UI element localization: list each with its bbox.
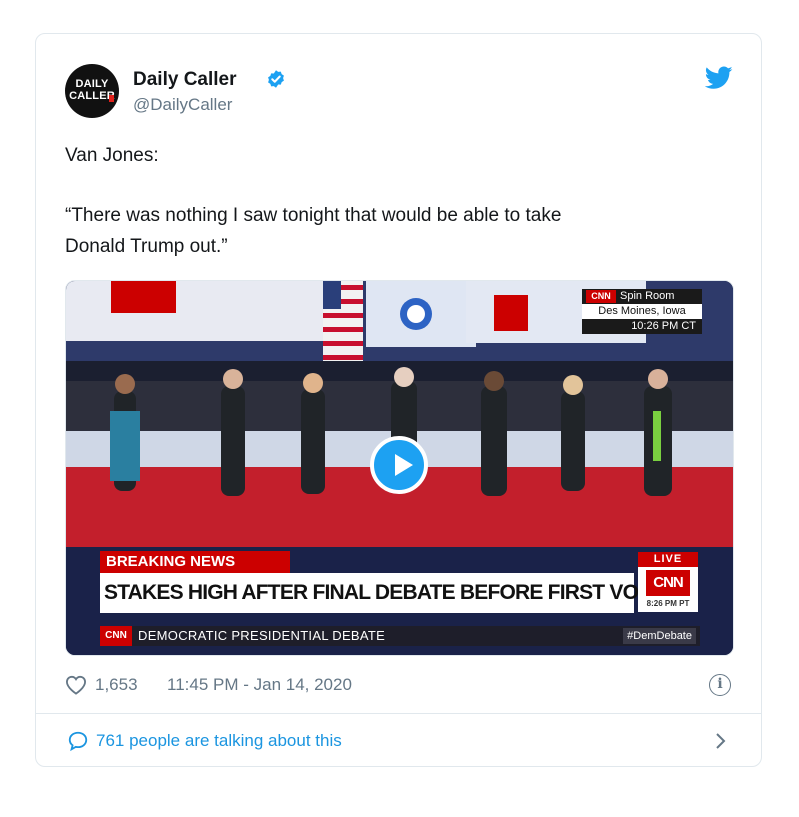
chevron-right-icon[interactable] xyxy=(714,730,728,752)
tweet-text-line-3: Donald Trump out.” xyxy=(65,236,228,257)
news-headline: STAKES HIGH AFTER FINAL DEBATE BEFORE FI… xyxy=(100,573,677,613)
tweet-timestamp[interactable]: 11:45 PM - Jan 14, 2020 xyxy=(167,674,352,696)
twitter-bird-icon[interactable] xyxy=(705,66,733,90)
avatar-text-top: DAILY xyxy=(75,78,109,90)
author-handle[interactable]: @DailyCaller xyxy=(133,95,232,115)
news-ticker: CNN DEMOCRATIC PRESIDENTIAL DEBATE #DemD… xyxy=(100,626,700,646)
author-name[interactable]: Daily Caller xyxy=(133,69,237,91)
tweet-text-line-2: “There was nothing I saw tonight that wo… xyxy=(65,205,562,226)
ticker-cnn-logo: CNN xyxy=(100,626,132,646)
avatar-accent xyxy=(109,95,114,102)
divider xyxy=(36,713,761,714)
author-avatar[interactable]: DAILY CALLER xyxy=(65,64,119,118)
live-label: LIVE xyxy=(638,552,698,567)
tweet-card[interactable]: DAILY CALLER Daily Caller @DailyCaller V… xyxy=(35,33,762,767)
live-bug: LIVE CNN 8:26 PM PT xyxy=(638,552,698,612)
video-player[interactable]: CNN Spin Room Des Moines, Iowa 10:26 PM C… xyxy=(65,280,734,656)
like-count[interactable]: 1,653 xyxy=(95,674,138,696)
ticker-text: DEMOCRATIC PRESIDENTIAL DEBATE xyxy=(138,628,386,643)
cnn-logo: CNN xyxy=(646,570,690,596)
location-label: Des Moines, Iowa xyxy=(582,304,702,319)
info-icon[interactable]: i xyxy=(709,674,731,696)
conversation-link[interactable]: 761 people are talking about this xyxy=(96,730,342,752)
play-button[interactable] xyxy=(370,436,428,494)
location-time: 10:26 PM CT xyxy=(582,319,702,334)
spin-room-label: Spin Room xyxy=(620,290,675,302)
flag xyxy=(323,281,363,361)
bug-time: 8:26 PM PT xyxy=(646,599,690,608)
spin-cnn-logo: CNN xyxy=(586,290,616,303)
comment-bubble-icon[interactable] xyxy=(67,730,89,752)
spin-room-graphic: CNN Spin Room Des Moines, Iowa 10:26 PM C… xyxy=(582,289,702,334)
ticker-hashtag: #DemDebate xyxy=(623,628,696,644)
breaking-news-banner: BREAKING NEWS xyxy=(100,551,290,573)
tweet-text-line-1: Van Jones: xyxy=(65,145,159,166)
verified-badge-icon xyxy=(268,70,284,88)
heart-icon[interactable] xyxy=(65,675,87,695)
